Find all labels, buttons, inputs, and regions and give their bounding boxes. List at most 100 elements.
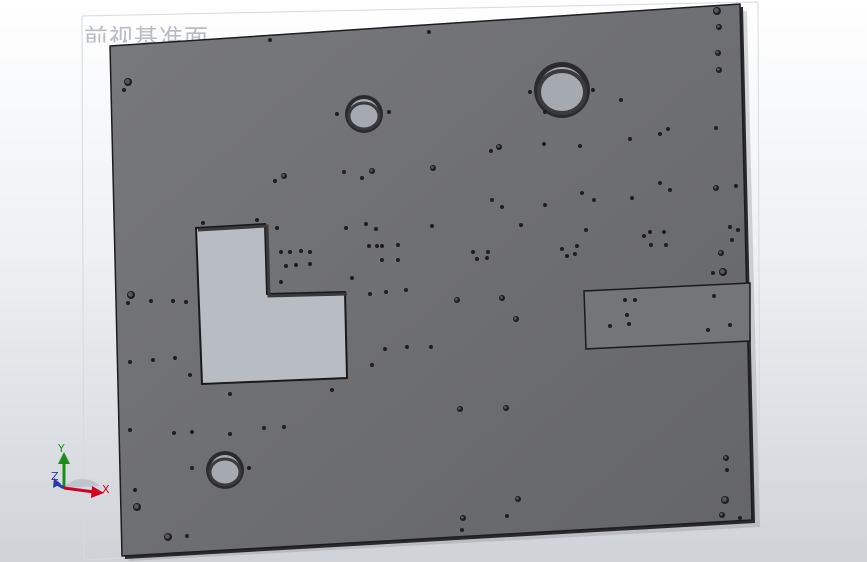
drilled-hole[interactable] — [308, 262, 312, 266]
drilled-hole[interactable] — [404, 288, 408, 292]
drilled-hole[interactable] — [128, 428, 132, 432]
drilled-hole[interactable] — [185, 534, 189, 538]
drilled-hole[interactable] — [633, 298, 637, 302]
drilled-hole[interactable] — [542, 142, 546, 146]
drilled-hole[interactable] — [308, 250, 312, 254]
drilled-hole[interactable] — [430, 224, 434, 228]
drilled-hole[interactable] — [628, 137, 632, 141]
drilled-hole[interactable] — [335, 112, 339, 116]
drilled-hole[interactable] — [619, 98, 623, 102]
drilled-hole[interactable] — [367, 244, 371, 248]
drilled-hole[interactable] — [666, 127, 670, 131]
drilled-hole[interactable] — [126, 301, 130, 305]
large-bore-top-right[interactable] — [534, 62, 590, 118]
drilled-hole[interactable] — [128, 360, 132, 364]
drilled-hole[interactable] — [247, 466, 251, 470]
drilled-hole[interactable] — [725, 468, 729, 472]
drilled-hole[interactable] — [630, 196, 634, 200]
drilled-hole[interactable] — [485, 256, 489, 260]
drilled-hole[interactable] — [505, 514, 509, 518]
drilled-hole[interactable] — [475, 257, 479, 261]
drilled-hole[interactable] — [279, 250, 283, 254]
drilled-hole[interactable] — [172, 431, 176, 435]
drilled-hole[interactable] — [342, 170, 346, 174]
drilled-hole[interactable] — [736, 228, 740, 232]
drilled-hole[interactable] — [519, 223, 523, 227]
drilled-hole[interactable] — [578, 144, 582, 148]
drilled-hole[interactable] — [486, 250, 490, 254]
drilled-hole[interactable] — [279, 280, 283, 284]
drilled-hole[interactable] — [299, 249, 303, 253]
drilled-hole[interactable] — [375, 244, 379, 248]
drilled-hole[interactable] — [734, 184, 738, 188]
drilled-hole[interactable] — [471, 250, 475, 254]
drilled-hole[interactable] — [133, 488, 137, 492]
drilled-hole[interactable] — [384, 290, 388, 294]
drilled-hole[interactable] — [712, 294, 716, 298]
drilled-hole[interactable] — [383, 347, 387, 351]
drilled-hole[interactable] — [664, 243, 668, 247]
drilled-hole[interactable] — [288, 250, 292, 254]
drilled-hole[interactable] — [573, 252, 577, 256]
drilled-hole[interactable] — [364, 222, 368, 226]
drilled-hole[interactable] — [738, 516, 742, 520]
drilled-hole[interactable] — [201, 221, 205, 225]
drilled-hole[interactable] — [584, 228, 588, 232]
drilled-hole[interactable] — [396, 258, 400, 262]
drilled-hole[interactable] — [294, 263, 298, 267]
drilled-hole[interactable] — [273, 179, 277, 183]
drilled-hole[interactable] — [580, 191, 584, 195]
drilled-hole[interactable] — [429, 345, 433, 349]
drilled-hole[interactable] — [350, 276, 354, 280]
drilled-hole[interactable] — [228, 392, 232, 396]
drilled-hole[interactable] — [122, 88, 126, 92]
drilled-hole[interactable] — [490, 198, 494, 202]
drilled-hole[interactable] — [623, 298, 627, 302]
drilled-hole[interactable] — [284, 264, 288, 268]
drilled-hole[interactable] — [625, 313, 629, 317]
drilled-hole[interactable] — [184, 300, 188, 304]
drilled-hole[interactable] — [275, 226, 279, 230]
drilled-hole[interactable] — [543, 110, 547, 114]
drilled-hole[interactable] — [173, 356, 177, 360]
drilled-hole[interactable] — [190, 466, 194, 470]
drilled-hole[interactable] — [565, 254, 569, 258]
drilled-hole[interactable] — [380, 244, 384, 248]
drilled-hole[interactable] — [543, 203, 547, 207]
drilled-hole[interactable] — [627, 322, 631, 326]
drilled-hole[interactable] — [368, 292, 372, 296]
drilled-hole[interactable] — [405, 345, 409, 349]
drilled-hole[interactable] — [575, 244, 579, 248]
drilled-hole[interactable] — [190, 430, 194, 434]
drilled-hole[interactable] — [668, 188, 672, 192]
drilled-hole[interactable] — [387, 110, 391, 114]
drilled-hole[interactable] — [608, 324, 612, 328]
drilled-hole[interactable] — [262, 426, 266, 430]
drilled-hole[interactable] — [730, 238, 734, 242]
drilled-hole[interactable] — [489, 149, 493, 153]
graphics-viewport[interactable]: 前视基准面 X Y Z — [0, 0, 867, 562]
drilled-hole[interactable] — [649, 243, 653, 247]
drilled-hole[interactable] — [396, 243, 400, 247]
drilled-hole[interactable] — [344, 226, 348, 230]
drilled-hole[interactable] — [228, 432, 232, 436]
drilled-hole[interactable] — [149, 299, 153, 303]
drilled-hole[interactable] — [374, 227, 378, 231]
drilled-hole[interactable] — [360, 176, 364, 180]
drilled-hole[interactable] — [188, 373, 192, 377]
drilled-hole[interactable] — [728, 225, 732, 229]
drilled-hole[interactable] — [592, 198, 596, 202]
drilled-hole[interactable] — [370, 363, 374, 367]
plate-model[interactable] — [0, 0, 867, 562]
drilled-hole[interactable] — [380, 258, 384, 262]
drilled-hole[interactable] — [151, 358, 155, 362]
drilled-hole[interactable] — [728, 323, 732, 327]
drilled-hole[interactable] — [706, 328, 710, 332]
bore-bottom-left[interactable] — [206, 451, 244, 489]
bore-top-center[interactable] — [345, 95, 383, 133]
drilled-hole[interactable] — [330, 388, 334, 392]
drilled-hole[interactable] — [560, 247, 564, 251]
drilled-hole[interactable] — [528, 90, 532, 94]
drilled-hole[interactable] — [171, 299, 175, 303]
drilled-hole[interactable] — [282, 425, 286, 429]
